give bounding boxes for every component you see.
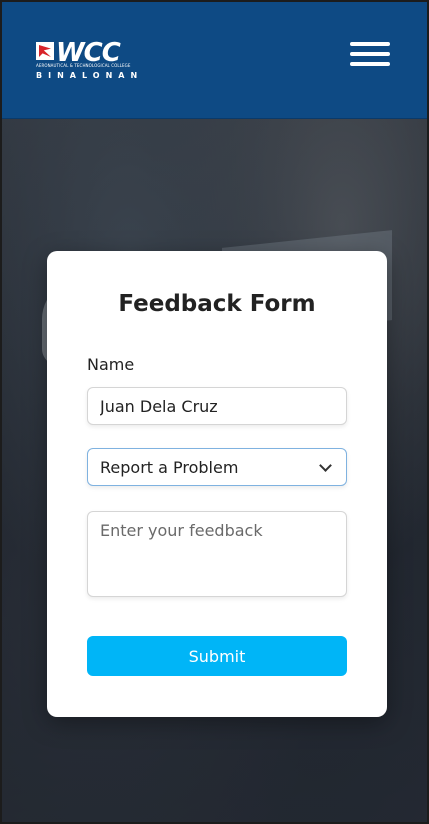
feedback-card: Feedback Form Name Report a Problem Subm…	[47, 251, 387, 717]
feedback-type-value: Report a Problem	[100, 457, 239, 477]
submit-button[interactable]: Submit	[87, 636, 347, 676]
logo-location: BINALONAN	[36, 71, 144, 80]
form-title: Feedback Form	[118, 291, 316, 317]
wcc-logo[interactable]: WCC AERONAUTICAL & TECHNOLOGICAL COLLEGE…	[36, 38, 146, 84]
hamburger-menu-icon[interactable]	[350, 42, 390, 66]
feedback-textarea[interactable]	[87, 511, 347, 597]
site-header: WCC AERONAUTICAL & TECHNOLOGICAL COLLEGE…	[2, 2, 427, 119]
name-label: Name	[87, 355, 135, 374]
logo-mark-icon	[36, 42, 54, 60]
feedback-type-select[interactable]: Report a Problem	[87, 448, 347, 486]
logo-subtitle: AERONAUTICAL & TECHNOLOGICAL COLLEGE	[36, 63, 131, 68]
page: WCC AERONAUTICAL & TECHNOLOGICAL COLLEGE…	[0, 0, 429, 824]
logo-text: WCC	[56, 38, 121, 68]
chevron-down-icon	[319, 458, 332, 472]
name-input[interactable]	[87, 387, 347, 425]
